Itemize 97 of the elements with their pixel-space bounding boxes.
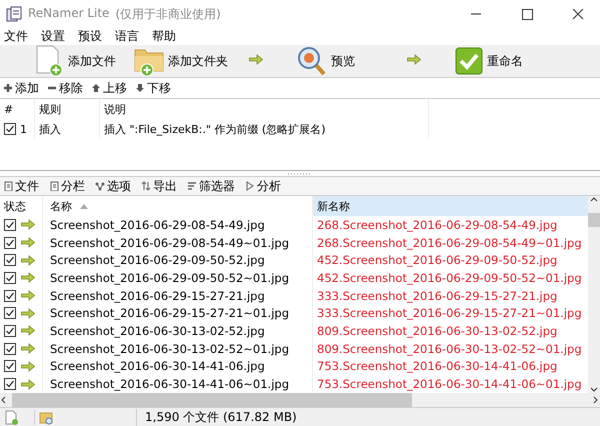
- maximize-icon[interactable]: [520, 8, 532, 20]
- column-header[interactable]: #: [0, 102, 34, 116]
- scroll-left-icon: [0, 396, 8, 404]
- play-icon: [245, 181, 255, 191]
- checkbox[interactable]: [4, 290, 16, 302]
- tab[interactable]: 筛选器: [187, 178, 235, 194]
- new-file-name: 268.Screenshot_2016-06-29-08-54-49.jpg: [317, 218, 558, 232]
- arrow-icon: [249, 54, 263, 65]
- arrow-icon: [21, 343, 35, 354]
- status-text: 1,590 个文件 (617.82 MB): [136, 408, 297, 426]
- scroll-right-icon: [592, 396, 600, 404]
- plus-icon: [3, 83, 13, 93]
- new-file-name: 753.Screenshot_2016-06-30-14-41-06~01.jpg: [317, 377, 582, 392]
- file-name: Screenshot_2016-06-29-08-54-49.jpg: [50, 218, 265, 232]
- menu-item[interactable]: 文件: [4, 28, 28, 45]
- toolbar-button[interactable]: 下移: [135, 80, 171, 96]
- checkbox[interactable]: [4, 324, 16, 337]
- scroll-up-icon: [590, 196, 598, 203]
- arrow-icon: [21, 290, 35, 302]
- menu-item[interactable]: 预设: [78, 28, 102, 45]
- nodes-icon: [95, 181, 105, 191]
- file-name: Screenshot_2016-06-29-09-50-52.jpg: [50, 253, 265, 268]
- checkmark-icon: [455, 47, 483, 75]
- checkbox[interactable]: [4, 360, 16, 372]
- checkbox[interactable]: [4, 218, 16, 231]
- app-icon: [6, 6, 22, 22]
- folder-search-icon[interactable]: [39, 410, 53, 424]
- scrollbar-thumb[interactable]: [12, 393, 412, 407]
- up-arrow-icon: [91, 83, 101, 93]
- file-name: Screenshot_2016-06-30-14-41-06~01.jpg: [50, 377, 290, 392]
- checkbox[interactable]: [4, 307, 16, 320]
- file-name: Screenshot_2016-06-30-14-41-06.jpg: [50, 359, 265, 374]
- toolbar-button[interactable]: 重命名: [455, 47, 523, 75]
- file-name: Screenshot_2016-06-30-13-02-52.jpg: [50, 324, 265, 338]
- checkbox[interactable]: [4, 254, 16, 266]
- document-icon: [3, 181, 13, 191]
- arrow-icon: [21, 360, 35, 372]
- filter-icon: [187, 181, 197, 191]
- file-name: Screenshot_2016-06-29-15-27-21.jpg: [50, 288, 265, 303]
- tab[interactable]: 文件: [3, 178, 39, 194]
- arrow-icon: [21, 308, 35, 319]
- checkbox[interactable]: [4, 342, 16, 355]
- new-file-name: 809.Screenshot_2016-06-30-13-02-52.jpg: [317, 324, 558, 338]
- toolbar-button[interactable]: 上移: [91, 80, 127, 96]
- checkbox[interactable]: [4, 378, 16, 390]
- close-icon[interactable]: [572, 8, 584, 20]
- magnifier-icon: [297, 46, 327, 76]
- new-file-name: 809.Screenshot_2016-06-30-13-02-52~01.jpg: [317, 342, 582, 356]
- scroll-down-icon: [590, 386, 598, 393]
- file-name: Screenshot_2016-06-29-15-27-21~01.jpg: [50, 306, 290, 320]
- checkbox[interactable]: [4, 123, 16, 135]
- column-header[interactable]: 规则: [34, 99, 99, 119]
- file-add-icon[interactable]: [4, 410, 18, 424]
- arrow-icon: [21, 272, 35, 284]
- document-icon: [49, 181, 59, 191]
- arrow-icon: [21, 325, 35, 336]
- column-header[interactable]: 说明: [99, 99, 429, 119]
- down-arrow-icon: [135, 83, 145, 93]
- arrow-icon: [21, 237, 35, 248]
- toolbar-button[interactable]: 预览: [297, 46, 355, 76]
- file-add-icon: [34, 45, 64, 77]
- arrow-icon: [21, 219, 35, 230]
- toolbar-button[interactable]: 移除: [47, 80, 83, 96]
- file-name: Screenshot_2016-06-29-08-54-49~01.jpg: [50, 236, 290, 250]
- new-file-name: 452.Screenshot_2016-06-29-09-50-52~01.jpg: [317, 270, 582, 285]
- toolbar-button[interactable]: 添加文件: [34, 45, 116, 77]
- file-name: Screenshot_2016-06-29-09-50-52~01.jpg: [50, 270, 290, 285]
- toolbar-button[interactable]: 添加: [3, 80, 39, 96]
- arrow-icon: [21, 378, 35, 390]
- table-cell: 插入 ":File_SizekB:." 作为前缀 (忽略扩展名): [99, 119, 429, 139]
- menu-item[interactable]: 语言: [115, 28, 139, 45]
- new-file-name: 333.Screenshot_2016-06-29-15-27-21.jpg: [317, 288, 558, 303]
- new-file-name: 268.Screenshot_2016-06-29-08-54-49~01.jpg: [317, 236, 582, 250]
- arrow-icon: [21, 254, 35, 266]
- tab[interactable]: 导出: [141, 178, 177, 194]
- new-file-name: 452.Screenshot_2016-06-29-09-50-52.jpg: [317, 253, 558, 268]
- column-header[interactable]: 状态: [0, 196, 42, 216]
- menu-item[interactable]: 设置: [41, 28, 65, 45]
- new-file-name: 753.Screenshot_2016-06-30-14-41-06.jpg: [317, 359, 558, 374]
- file-name: Screenshot_2016-06-30-13-02-52~01.jpg: [50, 342, 290, 356]
- column-header[interactable]: 新名称: [312, 196, 588, 216]
- swap-arrows-icon: [141, 181, 151, 191]
- new-file-name: 333.Screenshot_2016-06-29-15-27-21~01.jpg: [317, 306, 582, 320]
- tab[interactable]: 分析: [245, 178, 281, 194]
- tab[interactable]: 选项: [95, 178, 131, 194]
- tab[interactable]: 分栏: [49, 178, 85, 194]
- checkbox[interactable]: [4, 272, 16, 284]
- window-subtitle: (仅用于非商业使用): [115, 6, 221, 22]
- menu-item[interactable]: 帮助: [152, 28, 176, 45]
- toolbar-button[interactable]: 添加文件夹: [134, 45, 228, 77]
- checkbox[interactable]: [4, 236, 16, 249]
- scrollbar-thumb[interactable]: [588, 213, 600, 227]
- row-number: 1: [20, 122, 27, 136]
- table-cell: 插入: [34, 119, 99, 139]
- arrow-icon: [407, 54, 421, 65]
- window-title: ReNamer Lite: [28, 6, 110, 22]
- sort-arrow-icon: [80, 202, 88, 210]
